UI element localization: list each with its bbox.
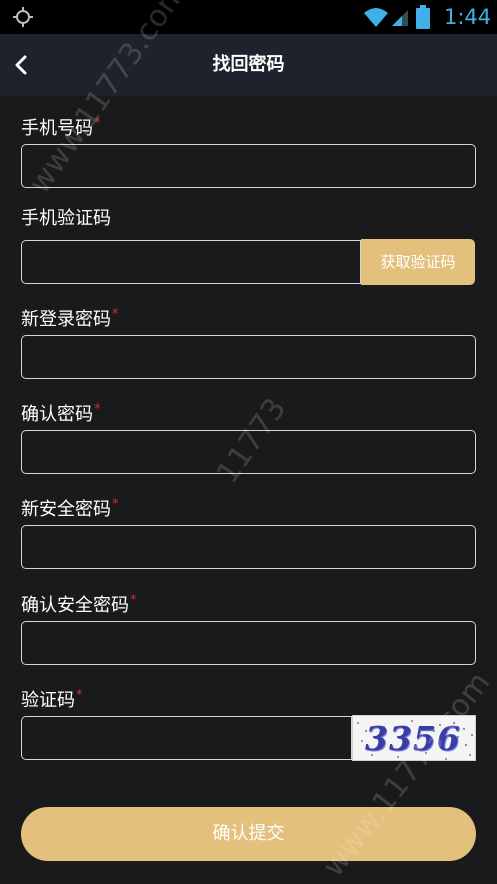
sms-code-input[interactable] (21, 240, 361, 284)
new-safe-password-label-text: 新安全密码 (21, 499, 111, 520)
chevron-left-icon[interactable] (8, 50, 38, 80)
captcha-code: 3356 (365, 719, 461, 758)
signal-icon (392, 10, 408, 26)
confirm-safe-password-label-text: 确认安全密码 (21, 595, 129, 616)
status-bar: 1:44 (0, 0, 497, 34)
required-mark: * (94, 402, 101, 417)
battery-icon (416, 5, 430, 29)
captcha-input[interactable] (21, 716, 352, 760)
phone-label-text: 手机号码 (21, 118, 93, 139)
new-safe-password-input[interactable] (21, 525, 476, 569)
new-password-label-text: 新登录密码 (21, 309, 111, 330)
confirm-password-input[interactable] (21, 430, 476, 474)
captcha-label: 验证码* (21, 684, 83, 713)
nav-bar: 找回密码 (0, 34, 497, 96)
required-mark: * (130, 593, 137, 608)
new-password-input[interactable] (21, 335, 476, 379)
wifi-icon (364, 8, 388, 27)
gps-icon (13, 7, 33, 27)
get-sms-code-button[interactable]: 获取验证码 (361, 239, 475, 285)
new-password-label: 新登录密码* (21, 303, 119, 332)
page-title: 找回密码 (212, 54, 285, 75)
sms-label: 手机验证码 (21, 207, 111, 231)
submit-button[interactable]: 确认提交 (21, 807, 476, 861)
confirm-safe-password-input[interactable] (21, 621, 476, 665)
phone-input[interactable] (21, 144, 476, 188)
captcha-image[interactable]: 3356 (352, 715, 476, 761)
required-mark: * (112, 307, 119, 322)
captcha-label-text: 验证码 (21, 690, 75, 711)
required-mark: * (94, 116, 101, 131)
confirm-safe-password-label: 确认安全密码* (21, 589, 137, 618)
new-safe-password-label: 新安全密码* (21, 493, 119, 522)
sms-label-text: 手机验证码 (21, 208, 111, 229)
required-mark: * (112, 497, 119, 512)
confirm-password-label: 确认密码* (21, 398, 101, 427)
required-mark: * (76, 688, 83, 703)
status-time: 1:44 (444, 5, 492, 29)
confirm-password-label-text: 确认密码 (21, 404, 93, 425)
phone-label: 手机号码* (21, 112, 101, 141)
